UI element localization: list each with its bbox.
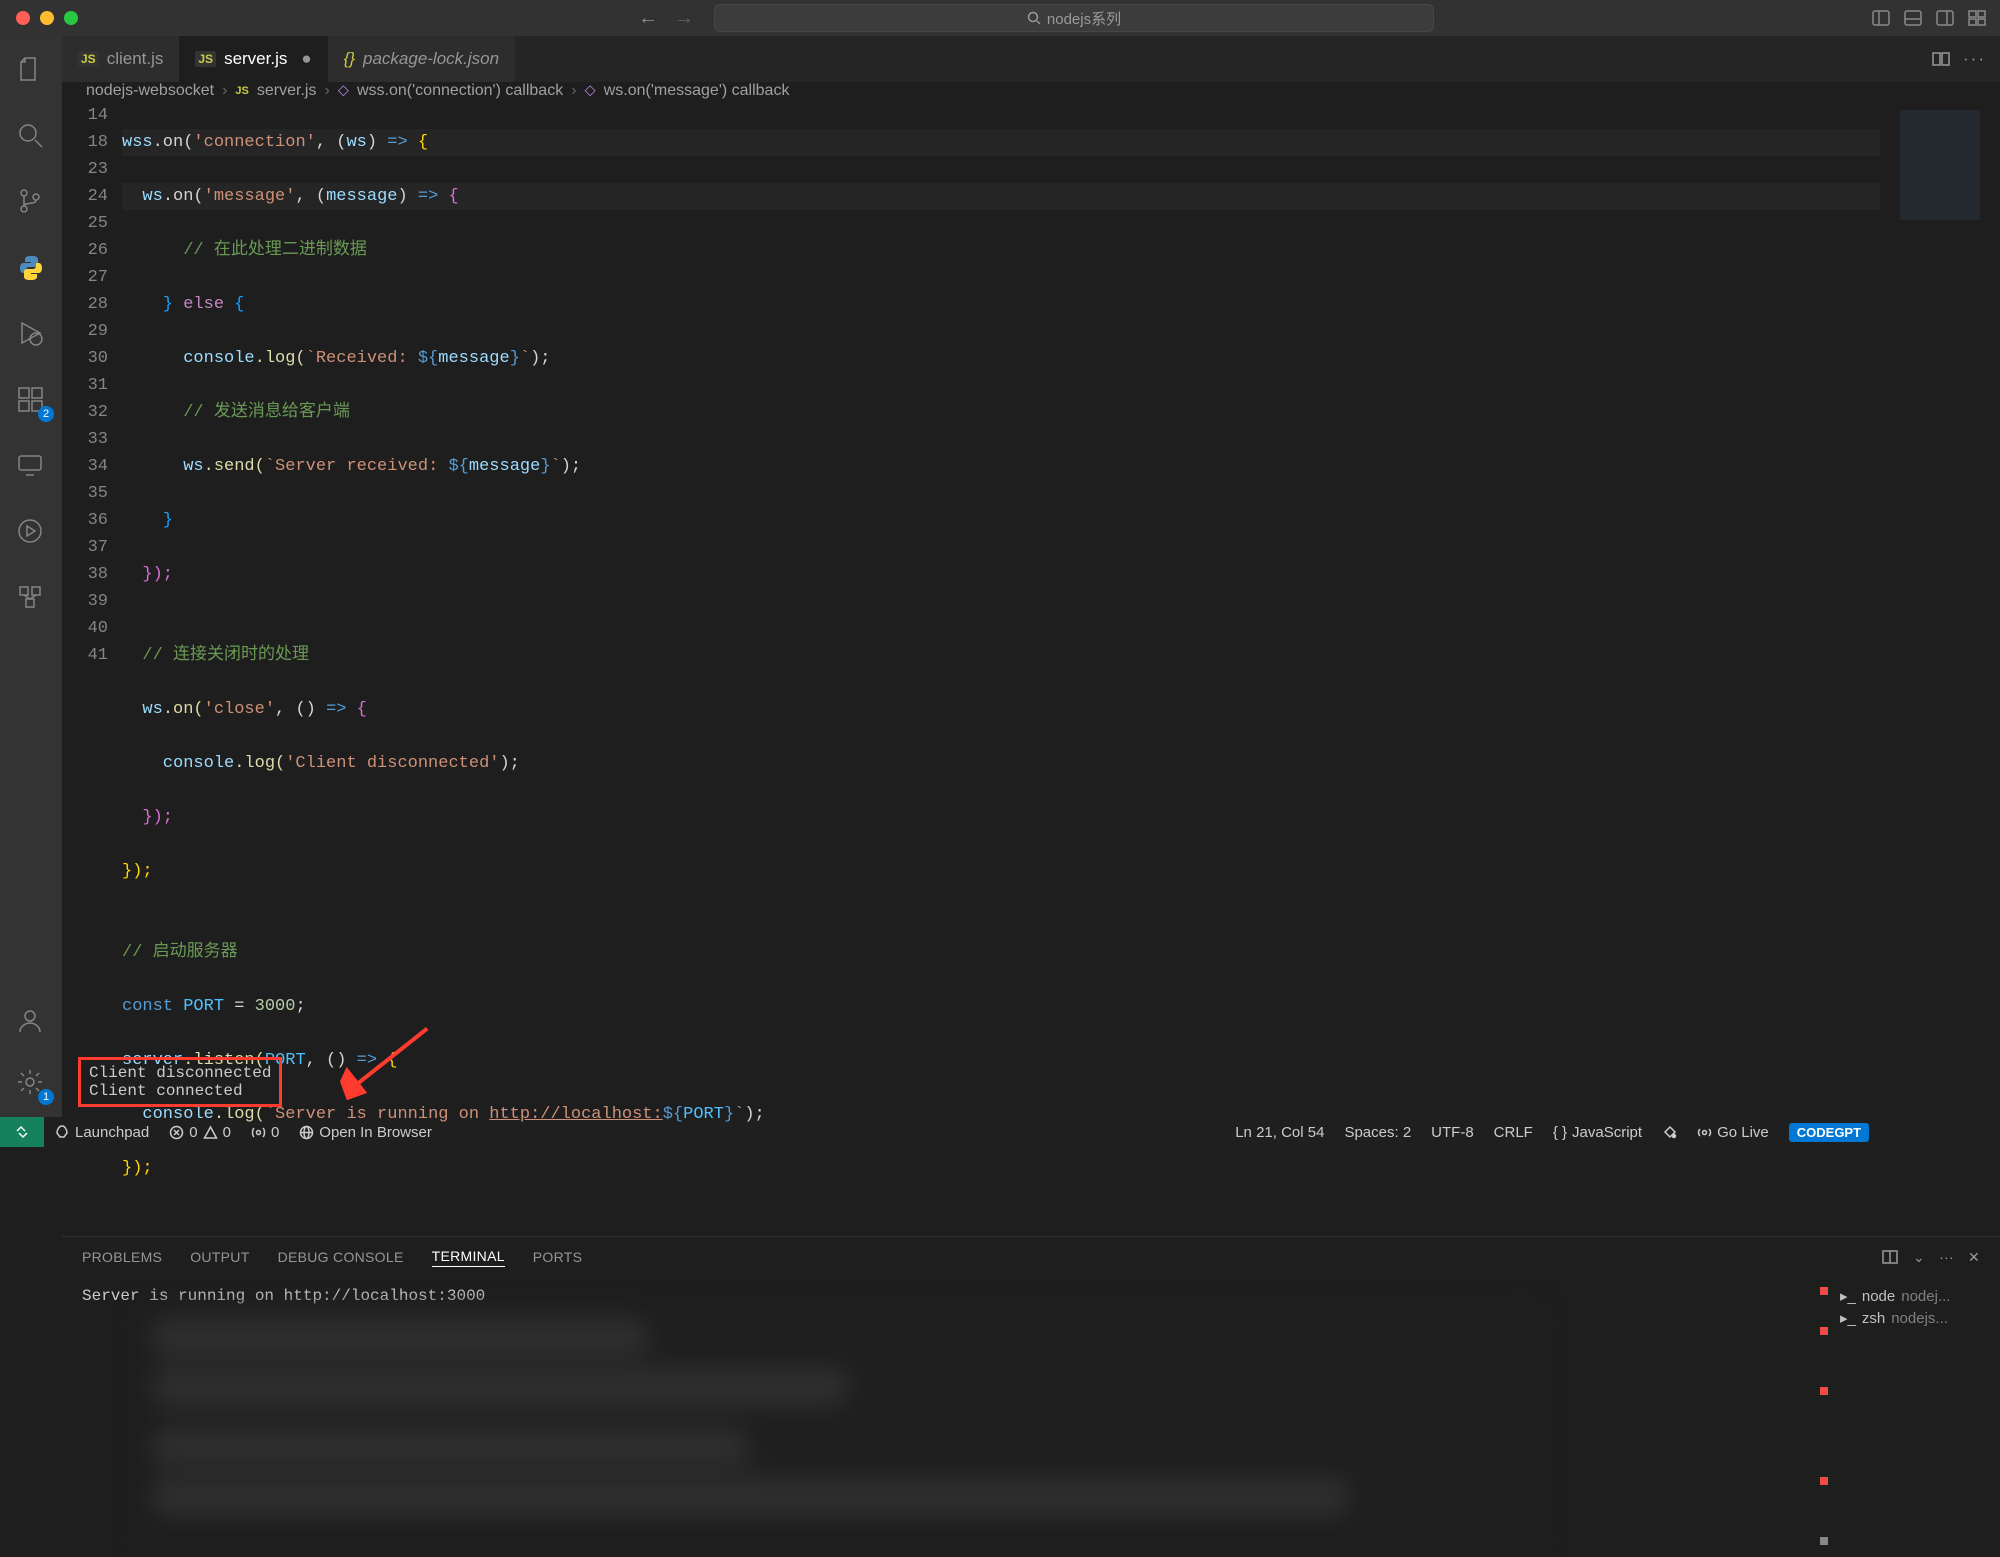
play-debug-icon [16, 319, 46, 349]
circle-play-icon [16, 517, 46, 547]
more-icon[interactable]: ··· [1939, 1249, 1954, 1265]
js-file-icon: JS [78, 51, 99, 67]
tab-client-js[interactable]: JS client.js [62, 36, 179, 82]
extensions-view-button[interactable]: 2 [0, 380, 62, 420]
settings-button[interactable]: 1 [0, 1063, 62, 1103]
minimap[interactable] [1880, 100, 2000, 1236]
run-debug-view-button[interactable] [0, 314, 62, 354]
remote-explorer-button[interactable] [0, 446, 62, 486]
layout-panel-icon[interactable] [1902, 7, 1924, 29]
breadcrumbs[interactable]: nodejs-websocket › JS server.js › ⬦ wss.… [62, 82, 2000, 100]
python-icon [16, 253, 46, 283]
tab-label: server.js [224, 49, 287, 69]
sourcegraph-button[interactable] [0, 512, 62, 552]
annotation-highlight: Client disconnected Client connected [78, 1057, 282, 1107]
breadcrumb-file[interactable]: server.js [257, 82, 317, 100]
js-file-icon: JS [235, 85, 248, 97]
ports-tab[interactable]: Ports [533, 1249, 582, 1265]
references-icon [16, 583, 46, 613]
remote-icon [16, 451, 46, 481]
window-close-button[interactable] [16, 11, 30, 25]
nav-back-button[interactable]: ← [638, 7, 658, 30]
compare-changes-icon[interactable] [1931, 49, 1951, 69]
method-icon: ⬦ [338, 82, 349, 100]
chevron-icon: › [571, 82, 576, 100]
chevron-icon: › [324, 82, 329, 100]
python-env-button[interactable] [0, 248, 62, 288]
nav-forward-button[interactable]: → [674, 7, 694, 30]
tab-package-lock[interactable]: {} package-lock.json [328, 36, 515, 82]
terminal-line: Client disconnected [89, 1064, 271, 1082]
terminal-overview-ruler [1816, 1277, 1830, 1337]
remote-icon [13, 1123, 31, 1141]
layout-customize-icon[interactable] [1966, 7, 1988, 29]
tab-dirty-icon[interactable]: ● [301, 49, 311, 69]
traffic-lights [16, 11, 78, 25]
window-minimize-button[interactable] [40, 11, 54, 25]
terminal-output[interactable]: Server is running on http://localhost:30… [62, 1277, 1816, 1337]
accounts-button[interactable] [0, 1001, 62, 1041]
terminal-tab[interactable]: Terminal [432, 1248, 505, 1267]
titlebar: ← → nodejs系列 [0, 0, 2000, 36]
panel-tabs: Problems Output Debug Console Terminal P… [62, 1237, 2000, 1277]
json-file-icon: {} [344, 49, 355, 69]
terminal-list: ▸_ node nodej... ▸_ zsh nodejs... [1830, 1277, 2000, 1337]
breadcrumb-symbol[interactable]: wss.on('connection') callback [357, 82, 563, 100]
close-panel-icon[interactable]: ✕ [1968, 1249, 1980, 1266]
source-control-view-button[interactable] [0, 182, 62, 222]
editor-area: JS client.js JS server.js ● {} package-l… [62, 36, 2000, 1117]
search-placeholder: nodejs系列 [1047, 8, 1121, 29]
bottom-panel: Problems Output Debug Console Terminal P… [62, 1236, 2000, 1337]
tab-label: client.js [107, 49, 164, 69]
layout-sidebar-right-icon[interactable] [1934, 7, 1956, 29]
explorer-view-button[interactable] [0, 50, 62, 90]
terminal-list-item[interactable]: ▸_ node nodej... [1840, 1285, 1990, 1307]
search-icon [1027, 11, 1041, 25]
breadcrumb-folder[interactable]: nodejs-websocket [86, 82, 214, 100]
chevron-down-icon[interactable]: ⌄ [1913, 1249, 1925, 1266]
terminal-list-item[interactable]: ▸_ zsh nodejs... [1840, 1307, 1990, 1329]
git-branch-icon [16, 187, 46, 217]
extensions-badge: 2 [38, 406, 54, 422]
layout-sidebar-left-icon[interactable] [1870, 7, 1892, 29]
files-icon [16, 55, 46, 85]
command-center-search[interactable]: nodejs系列 [714, 4, 1434, 32]
chevron-icon: › [222, 82, 227, 100]
tab-server-js[interactable]: JS server.js ● [179, 36, 327, 82]
output-tab[interactable]: Output [190, 1249, 249, 1265]
editor-tabs: JS client.js JS server.js ● {} package-l… [62, 36, 2000, 82]
more-actions-icon[interactable]: ··· [1963, 49, 1986, 69]
split-terminal-icon[interactable] [1881, 1248, 1899, 1266]
js-file-icon: JS [195, 51, 216, 67]
window-maximize-button[interactable] [64, 11, 78, 25]
account-icon [16, 1006, 46, 1036]
references-view-button[interactable] [0, 578, 62, 618]
search-view-button[interactable] [0, 116, 62, 156]
breadcrumb-symbol[interactable]: ws.on('message') callback [604, 82, 790, 100]
method-icon: ⬦ [585, 82, 596, 100]
redacted-area [140, 1307, 1540, 1557]
search-icon [16, 121, 46, 151]
debug-console-tab[interactable]: Debug Console [278, 1249, 404, 1265]
terminal-icon: ▸_ [1840, 1309, 1856, 1327]
activity-bar: 2 1 [0, 36, 62, 1117]
terminal-icon: ▸_ [1840, 1287, 1856, 1305]
terminal-line: Server is running on http://localhost:30… [82, 1285, 1796, 1307]
remote-indicator[interactable] [0, 1117, 44, 1147]
problems-tab[interactable]: Problems [82, 1249, 162, 1265]
tab-label: package-lock.json [363, 49, 499, 69]
settings-badge: 1 [38, 1089, 54, 1105]
terminal-line: Client connected [89, 1082, 271, 1100]
